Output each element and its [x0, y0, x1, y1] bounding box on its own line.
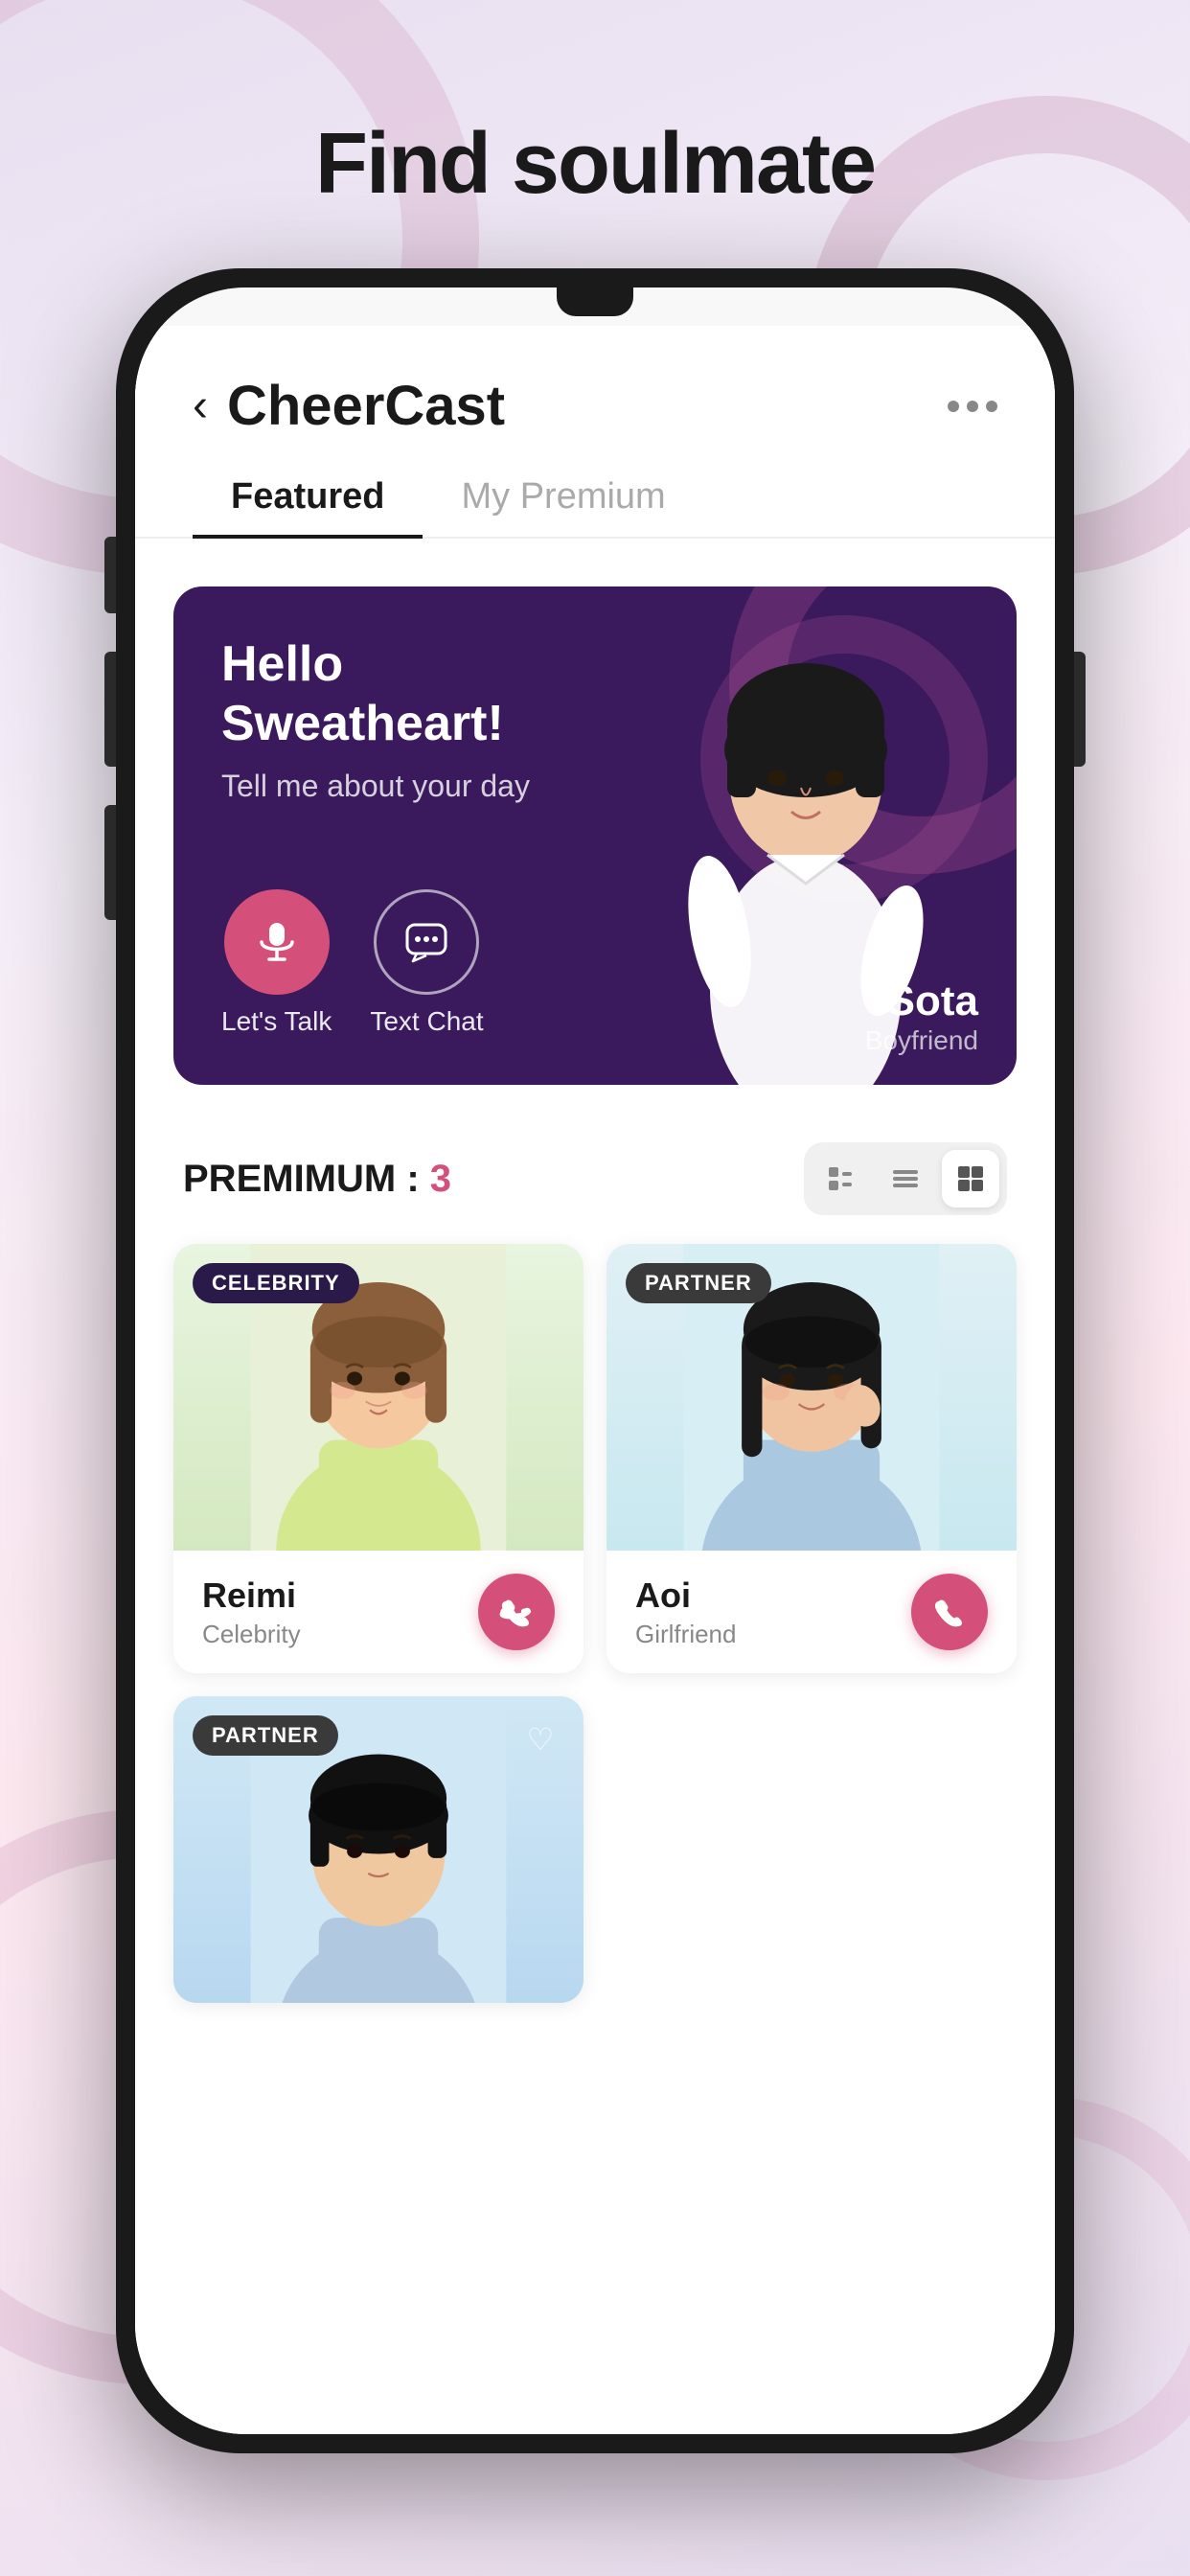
dot-1 — [948, 401, 959, 412]
character-name: Sota — [865, 978, 978, 1025]
third-heart-icon: ♡ — [516, 1715, 564, 1763]
phone-handset-icon — [499, 1595, 534, 1629]
hero-text: HelloSweatheart! Tell me about your day — [221, 634, 589, 804]
view-toggle-grid[interactable] — [942, 1150, 999, 1208]
lets-talk-button[interactable]: Let's Talk — [221, 889, 332, 1037]
tab-featured[interactable]: Featured — [193, 457, 423, 537]
header-left: ‹ CheerCast — [193, 374, 505, 438]
hero-greeting: HelloSweatheart! — [221, 634, 589, 754]
mic-button-circle — [224, 889, 330, 995]
aoi-badge: PARTNER — [626, 1263, 771, 1303]
mic-icon — [252, 917, 302, 967]
view-toggle-group — [804, 1142, 1007, 1215]
reimi-name: Reimi — [202, 1576, 301, 1616]
aoi-call-button[interactable] — [911, 1574, 988, 1650]
text-chat-button[interactable]: Text Chat — [370, 889, 483, 1037]
more-menu-button[interactable] — [948, 401, 997, 412]
cards-grid: CELEBRITY — [135, 1244, 1055, 2003]
chat-button-circle — [374, 889, 479, 995]
hero-content: HelloSweatheart! Tell me about your day — [173, 586, 637, 1085]
character-info: Sota Boyfriend — [865, 978, 978, 1056]
aoi-info: Aoi Girlfriend — [606, 1551, 1017, 1673]
view-toggle-list[interactable] — [877, 1150, 934, 1208]
reimi-role: Celebrity — [202, 1620, 301, 1649]
tab-my-premium[interactable]: My Premium — [423, 457, 703, 537]
silent-button — [104, 537, 116, 613]
premium-title: PREMIMUM : 3 — [183, 1158, 451, 1201]
power-button — [1074, 652, 1086, 767]
volume-up-button — [104, 652, 116, 767]
character-role: Boyfriend — [865, 1025, 978, 1056]
person-card-reimi[interactable]: CELEBRITY — [173, 1244, 584, 1673]
dot-2 — [967, 401, 978, 412]
phone-screen: ‹ CheerCast Featured My Premium — [135, 288, 1055, 2434]
reimi-info: Reimi Celebrity — [173, 1551, 584, 1673]
volume-down-button — [104, 805, 116, 920]
premium-count: 3 — [430, 1158, 451, 1200]
person-card-aoi[interactable]: PARTNER — [606, 1244, 1017, 1673]
dot-3 — [986, 401, 997, 412]
app-title: CheerCast — [227, 374, 505, 438]
aoi-name: Aoi — [635, 1576, 736, 1616]
reimi-text: Reimi Celebrity — [202, 1576, 301, 1649]
aoi-text: Aoi Girlfriend — [635, 1576, 736, 1649]
person-card-third[interactable]: PARTNER ♡ — [173, 1696, 584, 2003]
app-content: ‹ CheerCast Featured My Premium — [135, 326, 1055, 2434]
tab-bar: Featured My Premium — [135, 457, 1055, 539]
third-badge: PARTNER — [193, 1715, 338, 1756]
reimi-call-button[interactable] — [478, 1574, 555, 1650]
reimi-image: CELEBRITY — [173, 1244, 584, 1551]
page-title: Find soulmate — [0, 115, 1190, 214]
reimi-badge: CELEBRITY — [193, 1263, 359, 1303]
hero-actions: Let's Talk — [221, 889, 589, 1037]
text-chat-label: Text Chat — [370, 1006, 483, 1037]
chat-icon — [401, 917, 451, 967]
aoi-image: PARTNER — [606, 1244, 1017, 1551]
aoi-phone-icon — [932, 1595, 967, 1629]
hero-card: HelloSweatheart! Tell me about your day — [173, 586, 1017, 1085]
premium-section-header: PREMIMUM : 3 — [135, 1114, 1055, 1244]
back-button[interactable]: ‹ — [193, 380, 208, 432]
lets-talk-label: Let's Talk — [221, 1006, 332, 1037]
hero-subtitle: Tell me about your day — [221, 769, 589, 804]
app-header: ‹ CheerCast — [135, 326, 1055, 457]
aoi-role: Girlfriend — [635, 1620, 736, 1649]
view-toggle-card[interactable] — [812, 1150, 869, 1208]
third-image: PARTNER ♡ — [173, 1696, 584, 2003]
phone-notch — [557, 288, 633, 316]
phone-frame: ‹ CheerCast Featured My Premium — [116, 268, 1074, 2453]
